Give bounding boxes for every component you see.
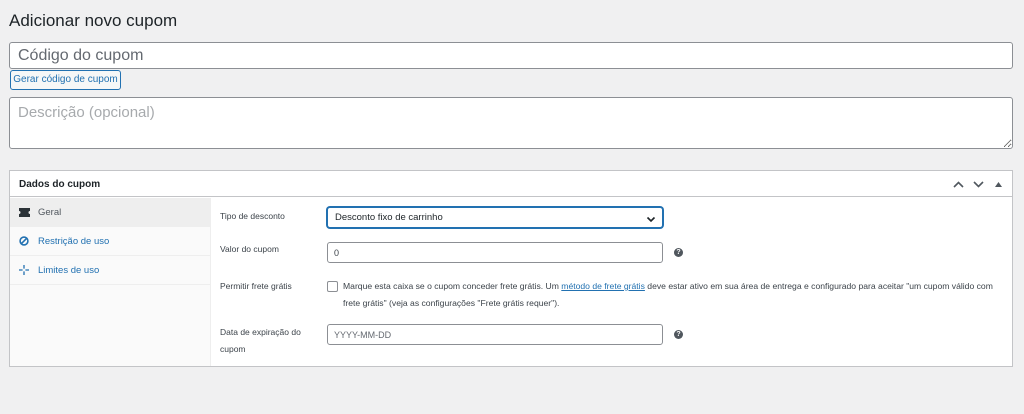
amount-label: Valor do cupom	[220, 244, 279, 254]
coupon-data-tabs: Geral Restrição de uso Limites de uso	[10, 198, 211, 366]
general-panel: Tipo de desconto Desconto fixo de carrin…	[212, 198, 1012, 366]
tab-limites-de-uso[interactable]: Limites de uso	[10, 256, 210, 285]
triangle-up-icon[interactable]	[990, 176, 1006, 192]
expiry-date-label: Data de expiração do cupom	[220, 327, 301, 354]
discount-type-label: Tipo de desconto	[220, 211, 285, 221]
free-shipping-method-link[interactable]: método de frete grátis	[561, 281, 645, 291]
discount-type-select[interactable]: Desconto fixo de carrinho	[327, 207, 663, 228]
tab-label: Restrição de uso	[38, 235, 110, 247]
coupon-code-input[interactable]	[9, 42, 1013, 69]
tab-label: Limites de uso	[38, 264, 100, 276]
help-icon[interactable]: ?	[674, 248, 683, 257]
free-shipping-checkbox[interactable]	[327, 281, 338, 292]
metabox-controls	[950, 176, 1006, 192]
amount-input[interactable]	[327, 242, 663, 263]
generate-coupon-code-button[interactable]: Gerar código de cupom	[10, 70, 121, 90]
help-icon[interactable]: ?	[674, 330, 683, 339]
description-textarea[interactable]	[9, 97, 1013, 149]
crosshair-icon	[18, 264, 30, 276]
ticket-icon	[18, 206, 30, 218]
chevron-down-icon[interactable]	[970, 176, 986, 192]
discount-type-value: Desconto fixo de carrinho	[335, 212, 443, 223]
chevron-up-icon[interactable]	[950, 176, 966, 192]
expiry-date-input[interactable]	[327, 324, 663, 345]
tab-label: Geral	[38, 206, 62, 218]
free-shipping-description: Marque esta caixa se o cupom conceder fr…	[343, 278, 1008, 312]
free-shipping-text-before: Marque esta caixa se o cupom conceder fr…	[343, 281, 562, 291]
block-icon	[18, 235, 30, 247]
page-title: Adicionar novo cupom	[9, 11, 178, 30]
tab-restricao-de-uso[interactable]: Restrição de uso	[10, 227, 210, 256]
metabox-title: Dados do cupom	[19, 179, 101, 190]
metabox-header: Dados do cupom	[10, 171, 1012, 197]
chevron-down-icon	[646, 212, 656, 231]
free-shipping-label: Permitir frete grátis	[220, 281, 292, 291]
coupon-data-metabox: Dados do cupom Geral Restrição de uso Li…	[9, 170, 1013, 367]
tab-geral[interactable]: Geral	[10, 198, 210, 227]
